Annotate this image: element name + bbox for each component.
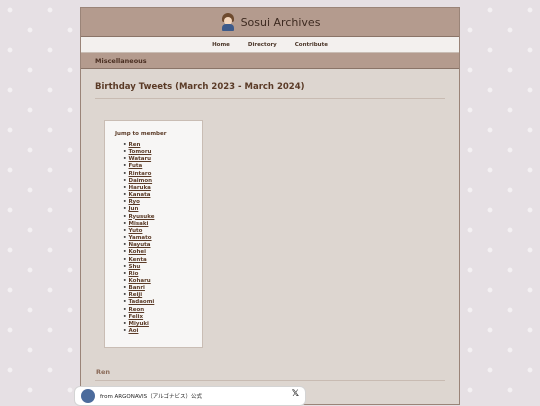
member-list-item: Rintaro xyxy=(123,171,202,178)
member-link-misaki[interactable]: Misaki xyxy=(129,221,149,227)
jump-to-member-box: Jump to member RenTomoruWataruFuta Rintar… xyxy=(104,120,203,348)
member-link-rintaro[interactable]: Rintaro xyxy=(129,171,152,177)
member-link-miyuki[interactable]: Miyuki xyxy=(129,321,149,327)
tweet-source-text: from ARGONAVIS（アルゴナビス）公式 xyxy=(100,394,202,400)
member-link-banri[interactable]: Banri xyxy=(129,285,145,291)
member-link-aoi[interactable]: Aoi xyxy=(129,328,139,334)
member-link-jun[interactable]: Jun xyxy=(129,206,139,212)
member-list-item: Nayuta xyxy=(123,242,202,249)
member-link-tomoru[interactable]: Tomoru xyxy=(129,149,152,155)
member-link-reiji[interactable]: Reiji xyxy=(129,292,143,298)
member-list-item: Reiji xyxy=(123,292,202,299)
member-list-item: Rio xyxy=(123,271,202,278)
member-link-nayuta[interactable]: Nayuta xyxy=(129,242,151,248)
member-link-kanata[interactable]: Kanata xyxy=(129,192,151,198)
member-link-felix[interactable]: Felix xyxy=(129,314,144,320)
member-link-ryusuke[interactable]: Ryusuke xyxy=(129,214,155,220)
member-list-item: Haruka xyxy=(123,185,202,192)
member-link-reon[interactable]: Reon xyxy=(129,307,145,313)
nav-home-link[interactable]: Home xyxy=(212,42,230,48)
member-list-item: Ren xyxy=(123,142,202,149)
member-list-item: Kanata xyxy=(123,192,202,199)
member-link-rio[interactable]: Rio xyxy=(129,271,139,277)
member-link-kenta[interactable]: Kenta xyxy=(129,257,147,263)
member-list-item: Kenta xyxy=(123,257,202,264)
member-link-koharu[interactable]: Koharu xyxy=(129,278,151,284)
main-content: Birthday Tweets (March 2023 - March 2024… xyxy=(81,69,459,381)
member-list-item: Koharu xyxy=(123,278,202,285)
member-list-item: Reon xyxy=(123,307,202,314)
member-link-tadaomi[interactable]: Tadaomi xyxy=(129,299,155,305)
member-list-item: Daimon xyxy=(123,178,202,185)
member-list-item: Banri xyxy=(123,285,202,292)
nav-directory-link[interactable]: Directory xyxy=(248,42,277,48)
member-list-item: Wataru xyxy=(123,156,202,163)
site-title[interactable]: Sosui Archives xyxy=(241,16,321,29)
page-title: Birthday Tweets (March 2023 - March 2024… xyxy=(95,82,445,99)
member-link-yamato[interactable]: Yamato xyxy=(129,235,152,241)
member-list-item: Shu xyxy=(123,264,202,271)
member-link-haruka[interactable]: Haruka xyxy=(129,185,151,191)
member-list-item: Tomoru xyxy=(123,149,202,156)
toc-title: Jump to member xyxy=(115,131,167,137)
breadcrumb-category[interactable]: Miscellaneous xyxy=(95,57,147,65)
page-container: Sosui Archives Home Directory Contribute… xyxy=(80,7,460,405)
top-nav: Home Directory Contribute xyxy=(81,37,459,53)
site-header: Sosui Archives xyxy=(81,8,459,37)
member-list-item: Miyuki xyxy=(123,321,202,328)
member-link-shu[interactable]: Shu xyxy=(129,264,141,270)
member-list-item: Tadaomi xyxy=(123,299,202,306)
x-logo-icon[interactable]: 𝕏 xyxy=(292,389,299,399)
character-avatar-icon[interactable] xyxy=(220,13,236,31)
member-link-ren[interactable]: Ren xyxy=(129,142,141,148)
member-link-kohei[interactable]: Kohei xyxy=(129,249,146,255)
section-heading-ren: Ren xyxy=(95,368,445,381)
member-list-item: Yamato xyxy=(123,235,202,242)
member-list-item: Misaki xyxy=(123,221,202,228)
member-link-yuto[interactable]: Yuto xyxy=(129,228,143,234)
member-list-item: Felix xyxy=(123,314,202,321)
member-list-item: Aoi xyxy=(123,328,202,335)
member-list-item: Kohei xyxy=(123,249,202,256)
member-link-wataru[interactable]: Wataru xyxy=(129,156,152,162)
member-list-item: Ryusuke xyxy=(123,214,202,221)
member-link-ryo[interactable]: Ryo xyxy=(129,199,140,205)
member-link-daimon[interactable]: Daimon xyxy=(129,178,153,184)
member-list-item: Yuto xyxy=(123,228,202,235)
member-list-item: Futa xyxy=(123,163,202,170)
member-link-futa[interactable]: Futa xyxy=(129,163,143,169)
member-link-list: RenTomoruWataruFuta RintaroDaimonHarukaKa… xyxy=(115,142,202,335)
tweet-embed-card[interactable]: from ARGONAVIS（アルゴナビス）公式 𝕏 xyxy=(74,386,306,406)
member-list-item: Ryo xyxy=(123,199,202,206)
breadcrumb: Miscellaneous xyxy=(81,53,459,69)
nav-contribute-link[interactable]: Contribute xyxy=(295,42,328,48)
account-avatar-icon xyxy=(81,389,95,403)
member-list-item: Jun xyxy=(123,206,202,213)
